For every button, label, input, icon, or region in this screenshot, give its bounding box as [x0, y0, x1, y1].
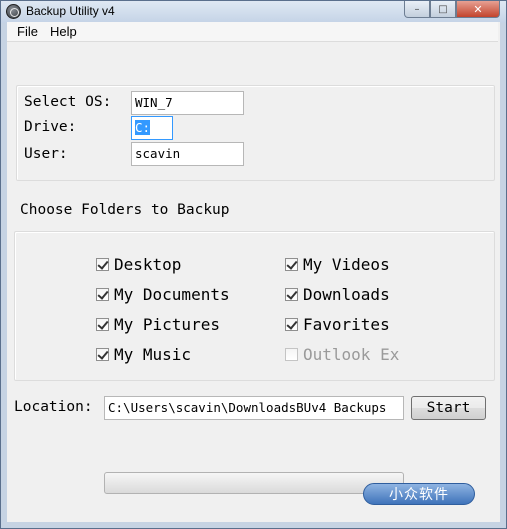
checkbox-outlook-ex-label: Outlook Ex: [303, 345, 400, 364]
checkbox-my-pictures[interactable]: My Pictures: [96, 315, 220, 334]
checkbox-desktop[interactable]: Desktop: [96, 255, 181, 274]
user-field[interactable]: scavin: [131, 142, 244, 166]
checkbox-downloads-box[interactable]: [285, 288, 298, 301]
checkbox-desktop-label: Desktop: [114, 255, 182, 274]
checkbox-outlook-ex: Outlook Ex: [285, 345, 399, 364]
checkbox-downloads[interactable]: Downloads: [285, 285, 390, 304]
checkbox-my-documents-label: My Documents: [114, 285, 230, 304]
menu-file[interactable]: File: [11, 24, 44, 39]
checkbox-favorites-box[interactable]: [285, 318, 298, 331]
title-bar[interactable]: Backup Utility v4 – □ ✕: [1, 1, 506, 23]
checkbox-my-music-box[interactable]: [96, 348, 109, 361]
folders-group: [14, 231, 495, 381]
drive-label: Drive:: [24, 119, 77, 135]
checkbox-my-videos-label: My Videos: [303, 255, 390, 274]
client-area: File Help Select OS: WIN_7 Drive: C: Use…: [7, 22, 500, 522]
menu-help[interactable]: Help: [44, 24, 83, 39]
checkbox-my-documents-box[interactable]: [96, 288, 109, 301]
menu-bar: File Help: [7, 22, 498, 42]
window-controls: – □ ✕: [404, 1, 500, 19]
checkbox-desktop-box[interactable]: [96, 258, 109, 271]
app-window: Backup Utility v4 – □ ✕ File Help Select…: [0, 0, 507, 529]
close-button[interactable]: ✕: [456, 1, 500, 18]
folders-heading: Choose Folders to Backup: [20, 202, 230, 218]
checkbox-my-pictures-box[interactable]: [96, 318, 109, 331]
app-logo-icon: [6, 4, 21, 19]
user-label: User:: [24, 146, 68, 162]
progress-bar: [104, 472, 404, 494]
select-os-label: Select OS:: [24, 94, 112, 110]
minimize-button[interactable]: –: [404, 1, 430, 18]
checkbox-my-videos-box[interactable]: [285, 258, 298, 271]
checkbox-my-documents[interactable]: My Documents: [96, 285, 230, 304]
location-field[interactable]: C:\Users\scavin\DownloadsBUv4 Backups: [104, 396, 404, 420]
checkbox-my-videos[interactable]: My Videos: [285, 255, 390, 274]
checkbox-outlook-ex-box: [285, 348, 298, 361]
drive-value: C:: [135, 120, 151, 135]
close-icon: ✕: [473, 2, 483, 16]
drive-field[interactable]: C:: [131, 116, 173, 140]
minimize-icon: –: [414, 3, 420, 15]
os-field[interactable]: WIN_7: [131, 91, 244, 115]
window-title: Backup Utility v4: [26, 4, 115, 18]
checkbox-my-music-label: My Music: [114, 345, 192, 364]
checkbox-my-music[interactable]: My Music: [96, 345, 191, 364]
location-label: Location:: [14, 399, 93, 415]
checkbox-downloads-label: Downloads: [303, 285, 390, 304]
maximize-icon: □: [438, 3, 448, 15]
checkbox-favorites-label: Favorites: [303, 315, 390, 334]
maximize-button[interactable]: □: [430, 1, 456, 18]
watermark-badge: 小众软件: [363, 483, 475, 505]
checkbox-my-pictures-label: My Pictures: [114, 315, 220, 334]
start-button[interactable]: Start: [411, 396, 486, 420]
checkbox-favorites[interactable]: Favorites: [285, 315, 390, 334]
